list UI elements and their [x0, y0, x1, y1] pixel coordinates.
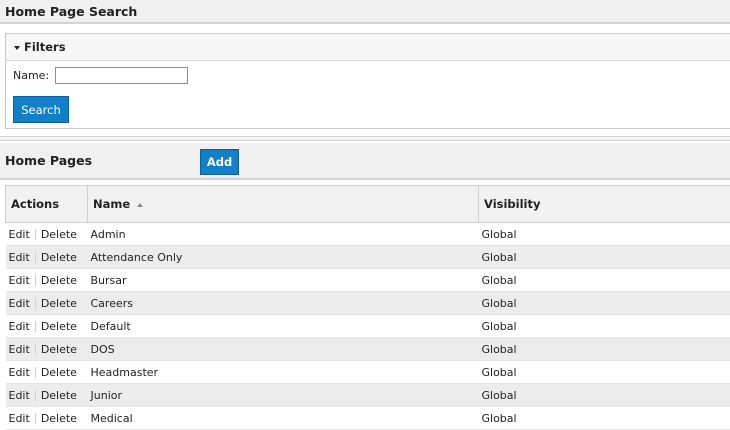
row-visibility-cell: Global — [479, 223, 730, 246]
row-name-cell: Attendance Only — [88, 246, 479, 269]
row-visibility-cell: Global — [479, 246, 730, 269]
row-name-cell: Careers — [88, 292, 479, 315]
action-divider — [35, 298, 36, 309]
row-visibility-cell: Global — [479, 361, 730, 384]
name-label: Name: — [13, 69, 49, 82]
row-name-cell: DOS — [88, 338, 479, 361]
row-visibility-cell: Global — [479, 407, 730, 430]
action-divider — [35, 252, 36, 263]
row-actions-cell: Edit Delete — [6, 269, 88, 292]
delete-link[interactable]: Delete — [41, 412, 77, 425]
table-row: Edit Delete Attendance OnlyGlobal — [6, 246, 730, 269]
edit-link[interactable]: Edit — [9, 320, 30, 333]
row-actions-cell: Edit Delete — [6, 361, 88, 384]
table-row: Edit Delete BursarGlobal — [6, 269, 730, 292]
table-row: Edit Delete HeadmasterGlobal — [6, 361, 730, 384]
action-divider — [35, 413, 36, 424]
row-visibility-cell: Global — [479, 269, 730, 292]
row-actions-cell: Edit Delete — [6, 407, 88, 430]
name-input[interactable] — [55, 67, 188, 84]
table-row: Edit Delete MedicalGlobal — [6, 407, 730, 430]
row-name-cell: Headmaster — [88, 361, 479, 384]
row-actions-cell: Edit Delete — [6, 384, 88, 407]
row-name-cell: Admin — [88, 223, 479, 246]
table-row: Edit Delete CareersGlobal — [6, 292, 730, 315]
home-page-search-header: Home Page Search — [0, 0, 730, 24]
row-actions-cell: Edit Delete — [6, 338, 88, 361]
delete-link[interactable]: Delete — [41, 251, 77, 264]
sort-ascending-icon — [137, 203, 143, 207]
section-separator — [0, 136, 730, 141]
home-pages-header: Home Pages — [0, 143, 730, 180]
row-actions-cell: Edit Delete — [6, 315, 88, 338]
table-row: Edit Delete AdminGlobal — [6, 223, 730, 246]
delete-link[interactable]: Delete — [41, 343, 77, 356]
filters-toggle[interactable]: Filters — [6, 34, 730, 61]
table-row: Edit Delete DefaultGlobal — [6, 315, 730, 338]
row-visibility-cell: Global — [479, 338, 730, 361]
action-divider — [35, 367, 36, 378]
edit-link[interactable]: Edit — [9, 343, 30, 356]
row-name-cell: Medical — [88, 407, 479, 430]
action-divider — [35, 390, 36, 401]
edit-link[interactable]: Edit — [9, 412, 30, 425]
add-button[interactable]: Add — [200, 149, 239, 175]
visibility-column-header: Visibility — [479, 186, 730, 223]
row-actions-cell: Edit Delete — [6, 223, 88, 246]
name-filter-row: Name: — [13, 67, 188, 84]
row-name-cell: Junior — [88, 384, 479, 407]
edit-link[interactable]: Edit — [9, 251, 30, 264]
edit-link[interactable]: Edit — [9, 389, 30, 402]
search-button[interactable]: Search — [13, 96, 69, 123]
row-name-cell: Bursar — [88, 269, 479, 292]
home-pages-title: Home Pages — [5, 153, 92, 168]
name-column-header[interactable]: Name — [88, 186, 479, 223]
action-divider — [35, 321, 36, 332]
home-pages-table: Actions Name Visibility EditDeleteAdminG… — [5, 185, 730, 430]
row-actions-cell: Edit Delete — [6, 246, 88, 269]
filters-panel: Filters Name: Search — [5, 33, 730, 129]
row-visibility-cell: Global — [479, 315, 730, 338]
action-divider — [35, 275, 36, 286]
row-name-cell: Default — [88, 315, 479, 338]
delete-link[interactable]: Delete — [41, 297, 77, 310]
row-actions-cell: Edit Delete — [6, 292, 88, 315]
filters-title: Filters — [24, 40, 66, 54]
search-panel-title: Home Page Search — [5, 4, 137, 19]
edit-link[interactable]: Edit — [9, 297, 30, 310]
table-row: Edit Delete DOSGlobal — [6, 338, 730, 361]
action-divider — [35, 344, 36, 355]
delete-link[interactable]: Delete — [41, 274, 77, 287]
edit-link[interactable]: Edit — [9, 274, 30, 287]
delete-link[interactable]: Delete — [41, 228, 77, 241]
actions-column-header: Actions — [6, 186, 88, 223]
row-visibility-cell: Global — [479, 384, 730, 407]
caret-down-icon — [14, 46, 20, 50]
table-row: Edit Delete JuniorGlobal — [6, 384, 730, 407]
table-header-row: Actions Name Visibility — [6, 186, 730, 223]
action-divider — [35, 229, 36, 240]
delete-link[interactable]: Delete — [41, 366, 77, 379]
row-visibility-cell: Global — [479, 292, 730, 315]
edit-link[interactable]: Edit — [9, 366, 30, 379]
delete-link[interactable]: Delete — [41, 320, 77, 333]
delete-link[interactable]: Delete — [41, 389, 77, 402]
edit-link[interactable]: Edit — [9, 228, 30, 241]
